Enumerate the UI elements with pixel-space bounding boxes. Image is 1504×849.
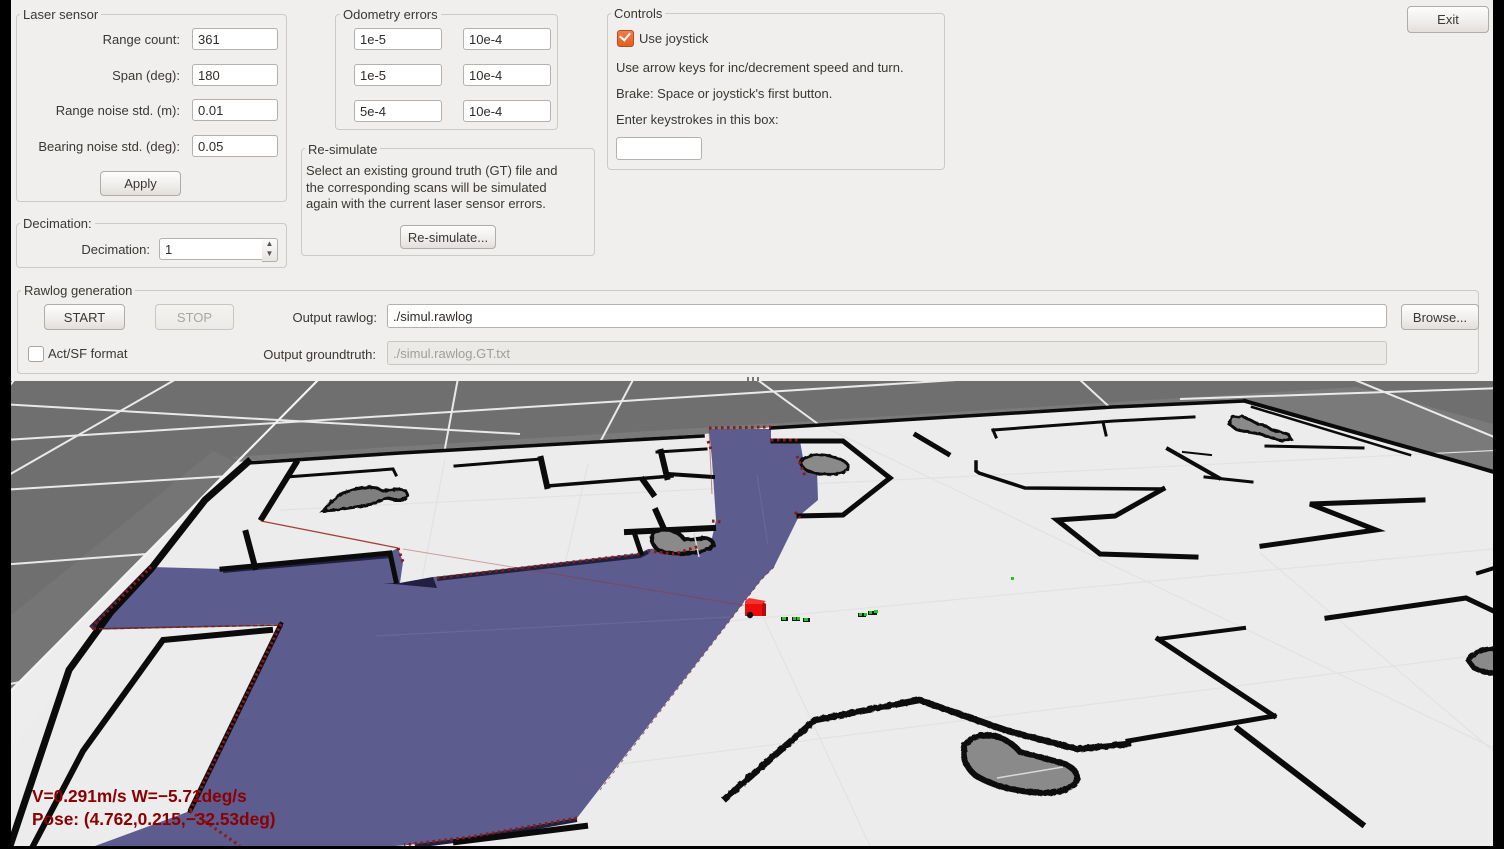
svg-text:Pose: (4.762,0.215,−32.53deg): Pose: (4.762,0.215,−32.53deg)	[32, 809, 276, 829]
svg-text:V=0.291m/s W=−5.71deg/s: V=0.291m/s W=−5.71deg/s	[32, 786, 247, 806]
